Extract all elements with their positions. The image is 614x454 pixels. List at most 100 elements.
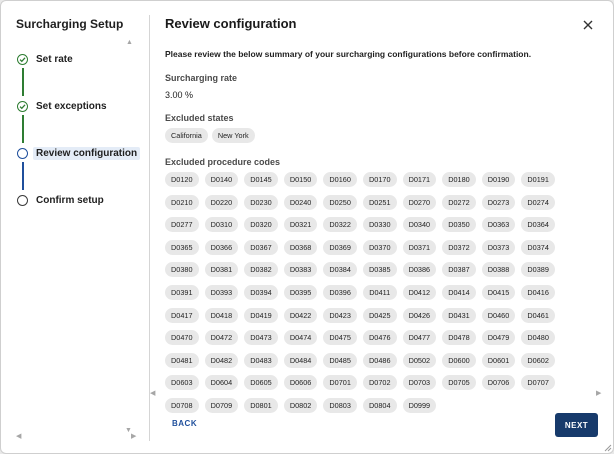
procedure-code-chip: D0230 [244,194,278,210]
surcharging-rate-value: 3.00 % [165,90,194,100]
procedure-code-chip: D0705 [442,375,476,391]
scroll-right-arrow-icon[interactable]: ▶ [596,389,601,397]
procedure-code-chip: D0365 [165,239,199,255]
procedure-code-chip: D0374 [521,239,555,255]
procedure-code-chip: D0425 [362,307,397,323]
procedure-code-chip: D0386 [402,262,437,278]
procedure-code-chip: D0706 [481,375,516,391]
state-chip: California [165,128,208,143]
scroll-up-arrow-icon[interactable]: ▲ [126,39,133,46]
check-icon [17,101,28,112]
procedure-code-chip: D0395 [283,284,318,300]
procedure-code-chip: D0383 [283,262,318,278]
procedure-code-chip: D0475 [323,330,357,346]
procedure-code-chip: D0372 [442,239,476,255]
pending-step-circle-icon [17,195,28,206]
state-chip: New York [211,128,255,143]
back-button[interactable]: BACK [172,419,197,428]
procedure-code-chip: D0804 [362,397,397,413]
procedure-code-chip: D0473 [244,330,278,346]
procedure-code-chip: D0350 [442,217,476,233]
step-set-exceptions[interactable]: Set exceptions [17,101,132,148]
procedure-code-chip: D0180 [442,172,476,187]
procedure-code-chip: D0708 [165,397,199,413]
procedure-code-chip: D0709 [204,397,239,413]
step-label: Set exceptions [36,101,107,112]
procedure-code-chip: D0411 [362,284,397,300]
procedure-code-chip: D0802 [283,397,318,413]
procedure-code-chip: D0373 [481,239,516,255]
procedure-code-chip: D0422 [283,307,318,323]
procedure-code-chip: D0482 [204,352,239,368]
procedure-code-chip: D0210 [165,194,199,210]
procedure-code-chip: D0460 [481,307,516,323]
resize-grip-icon[interactable] [602,442,612,452]
procedure-code-chip: D0394 [244,284,278,300]
scroll-left-arrow-icon[interactable]: ◀ [16,433,21,440]
procedure-code-chip: D0120 [165,172,199,187]
procedure-code-chip: D0322 [323,217,357,233]
procedure-code-chip: D0387 [442,262,476,278]
procedure-code-chip: D0412 [402,284,437,300]
procedure-code-chip: D0416 [521,284,555,300]
procedure-code-chip: D0478 [442,330,476,346]
step-list: Set rate Set exceptions Review configura… [17,54,141,242]
procedure-code-chip: D0604 [204,375,239,391]
next-button[interactable]: NEXT [555,413,598,437]
procedure-code-chip: D0277 [165,217,199,233]
excluded-states-list: California New York [165,128,255,143]
procedure-code-chip: D0470 [165,330,199,346]
step-confirm-setup[interactable]: Confirm setup [17,195,132,242]
procedure-code-chip: D0703 [402,375,437,391]
procedure-code-chip: D0330 [362,217,397,233]
procedure-code-chip: D0321 [283,217,318,233]
procedure-code-chip: D0461 [521,307,555,323]
procedure-code-chip: D0363 [481,217,516,233]
procedure-code-chip: D0606 [283,375,318,391]
procedure-code-chip: D0486 [362,352,397,368]
intro-text: Please review the below summary of your … [165,49,532,59]
step-connector [22,68,24,96]
procedure-code-chip: D0190 [481,172,516,187]
step-label: Confirm setup [36,195,104,206]
step-set-rate[interactable]: Set rate [17,54,132,101]
procedure-code-chip: D0370 [362,239,397,255]
procedure-code-chip: D0484 [283,352,318,368]
scroll-left-arrow-icon[interactable]: ◀ [150,389,155,397]
procedure-code-chip: D0600 [442,352,476,368]
procedure-code-chip: D0388 [481,262,516,278]
procedure-code-chip: D0310 [204,217,239,233]
procedure-code-chip: D0191 [521,172,555,187]
procedure-code-chip: D0381 [204,262,239,278]
procedure-code-chip: D0472 [204,330,239,346]
procedure-code-chip: D0170 [362,172,397,187]
procedure-code-chip: D0417 [165,307,199,323]
scroll-right-arrow-icon[interactable]: ▶ [131,433,136,440]
step-connector [22,162,24,190]
step-review-configuration[interactable]: Review configuration [17,147,141,195]
procedure-code-chip: D0382 [244,262,278,278]
procedure-code-chip: D0251 [362,194,397,210]
procedure-code-chip: D0476 [362,330,397,346]
page-title: Review configuration [165,16,297,31]
procedure-code-chip: D0414 [442,284,476,300]
procedure-code-chip: D0483 [244,352,278,368]
procedure-code-chip: D0140 [204,172,239,187]
procedure-code-chip: D0415 [481,284,516,300]
sidebar-title: Surcharging Setup [16,17,124,31]
procedure-code-chip: D0803 [323,397,357,413]
procedure-code-chip: D0999 [402,397,437,413]
procedure-code-chip: D0502 [402,352,437,368]
procedure-code-chip: D0160 [323,172,357,187]
close-icon[interactable] [582,19,594,31]
procedure-code-chip: D0702 [362,375,397,391]
step-label: Review configuration [33,147,141,160]
procedure-code-chip: D0479 [481,330,516,346]
procedure-code-chip: D0320 [244,217,278,233]
review-panel: Review configuration Please review the b… [150,1,613,453]
surcharging-setup-dialog: Surcharging Setup ▲ ◀ ▼ ▶ Set rate Set e… [0,0,614,454]
surcharging-rate-label: Surcharging rate [165,73,238,83]
procedure-code-chip: D0272 [442,194,476,210]
excluded-codes-label: Excluded procedure codes [165,157,281,167]
procedure-code-chip: D0150 [283,172,318,187]
